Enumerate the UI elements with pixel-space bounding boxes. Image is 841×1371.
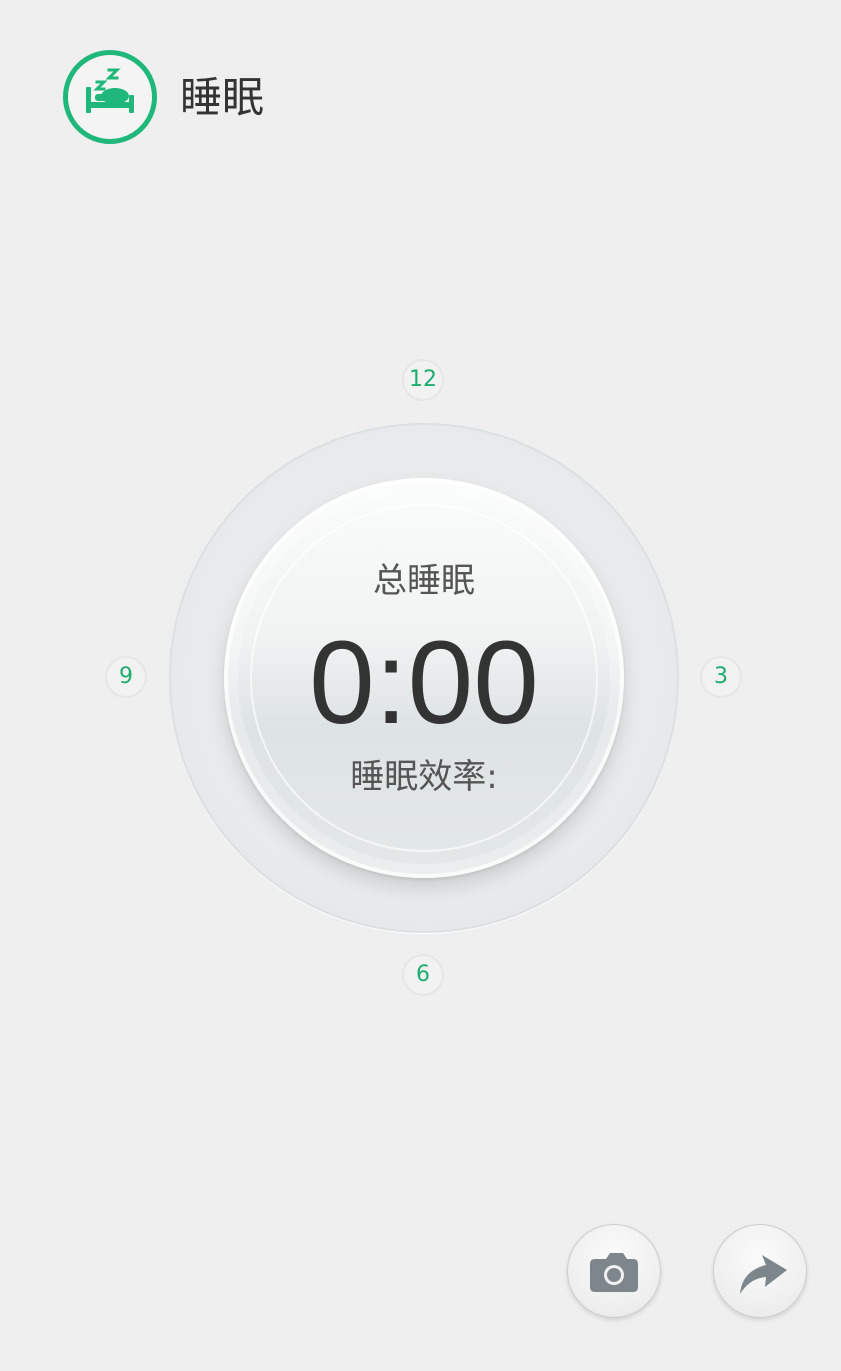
camera-icon [590,1253,638,1292]
hour-marker-12: 12 [402,359,444,401]
total-sleep-label: 总睡眠 [373,561,475,601]
total-sleep-value: 0:00 [309,617,539,749]
camera-button[interactable] [567,1224,661,1318]
sleep-app-icon [63,50,157,144]
share-arrow-icon [740,1255,787,1294]
page-title: 睡眠 [180,73,265,122]
hour-marker-6: 6 [402,954,444,996]
sleep-efficiency-label: 睡眠效率: [350,757,498,797]
share-button[interactable] [713,1224,807,1318]
sleep-bed-icon [86,68,134,113]
hour-marker-9: 9 [105,656,147,698]
hour-marker-3: 3 [700,656,742,698]
